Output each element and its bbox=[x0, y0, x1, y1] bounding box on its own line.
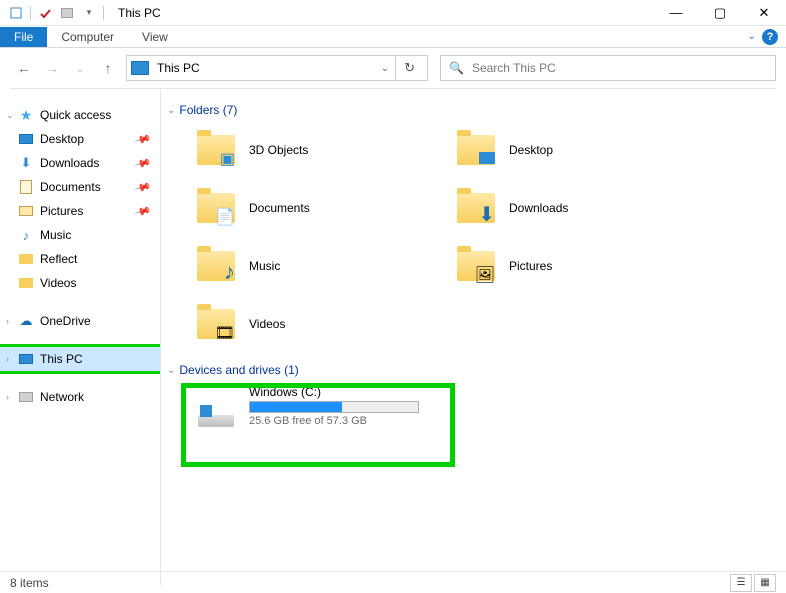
pin-icon: 📌 bbox=[134, 202, 152, 220]
minimize-button[interactable]: — bbox=[654, 0, 698, 26]
folder-3d-objects[interactable]: ▣ 3D Objects bbox=[195, 125, 455, 175]
cloud-icon: ☁ bbox=[18, 313, 34, 329]
address-bar[interactable]: This PC ⌄ ↻ bbox=[126, 55, 428, 81]
search-icon: 🔍 bbox=[449, 61, 464, 75]
music-icon: ♪ bbox=[18, 227, 34, 243]
navigation-tree: ⌄ ★ Quick access Desktop 📌 ⬇ Downloads 📌… bbox=[0, 89, 160, 585]
tree-quick-access[interactable]: ⌄ ★ Quick access bbox=[0, 103, 160, 127]
separator bbox=[30, 6, 31, 20]
pin-icon: 📌 bbox=[134, 154, 152, 172]
help-button[interactable]: ? bbox=[762, 29, 778, 45]
folder-grid: ▣ 3D Objects Desktop 📄 Documents ⬇ Downl… bbox=[195, 125, 786, 349]
folder-documents[interactable]: 📄 Documents bbox=[195, 183, 455, 233]
folder-icon bbox=[18, 251, 34, 267]
chevron-down-icon: ⌄ bbox=[167, 365, 175, 376]
back-button[interactable]: ← bbox=[14, 58, 34, 78]
search-input[interactable]: 🔍 Search This PC bbox=[440, 55, 776, 81]
search-placeholder: Search This PC bbox=[472, 61, 556, 75]
tree-item-music[interactable]: ♪ Music bbox=[0, 223, 160, 247]
content-pane: ⌄ Folders (7) ▣ 3D Objects Desktop 📄 Doc… bbox=[160, 89, 786, 585]
ribbon-tabs: File Computer View ⌄ ? bbox=[0, 26, 786, 48]
titlebar: ▾ This PC — ▢ ✕ bbox=[0, 0, 786, 26]
tab-file[interactable]: File bbox=[0, 27, 47, 47]
tree-item-pictures[interactable]: Pictures 📌 bbox=[0, 199, 160, 223]
item-count: 8 items bbox=[10, 576, 49, 590]
tree-item-videos[interactable]: Videos bbox=[0, 271, 160, 295]
qat-drive-icon[interactable] bbox=[57, 3, 77, 23]
folder-pictures[interactable]: 🖼 Pictures bbox=[455, 241, 715, 291]
qat-prop-icon[interactable] bbox=[6, 3, 26, 23]
folder-icon bbox=[455, 129, 497, 171]
star-icon: ★ bbox=[18, 107, 34, 123]
folder-icon: 🖼 bbox=[455, 245, 497, 287]
navbar: ← → ⌄ ↑ This PC ⌄ ↻ 🔍 Search This PC bbox=[0, 48, 786, 88]
pin-icon: 📌 bbox=[134, 130, 152, 148]
address-text: This PC bbox=[157, 61, 375, 75]
view-details-button[interactable]: ☰ bbox=[730, 574, 752, 592]
chevron-down-icon[interactable]: ⌄ bbox=[6, 110, 18, 121]
tree-item-documents[interactable]: Documents 📌 bbox=[0, 175, 160, 199]
tab-view[interactable]: View bbox=[128, 27, 182, 47]
section-folders[interactable]: ⌄ Folders (7) bbox=[167, 103, 786, 117]
chevron-right-icon[interactable]: › bbox=[6, 316, 18, 326]
folder-desktop[interactable]: Desktop bbox=[455, 125, 715, 175]
up-button[interactable]: ↑ bbox=[98, 58, 118, 78]
recent-dropdown[interactable]: ⌄ bbox=[70, 58, 90, 78]
refresh-button[interactable]: ↻ bbox=[396, 60, 423, 76]
folder-videos[interactable]: 🎞 Videos bbox=[195, 299, 455, 349]
view-tiles-button[interactable]: ▦ bbox=[754, 574, 776, 592]
window-title: This PC bbox=[118, 6, 161, 20]
folder-icon: 📄 bbox=[195, 187, 237, 229]
folder-icon: 🎞 bbox=[195, 303, 237, 345]
folder-icon: ⬇ bbox=[455, 187, 497, 229]
tree-label: Quick access bbox=[40, 108, 111, 122]
videos-icon bbox=[18, 275, 34, 291]
section-title: Devices and drives (1) bbox=[179, 363, 298, 377]
folder-icon: ▣ bbox=[195, 129, 237, 171]
quick-access-toolbar: ▾ bbox=[0, 3, 106, 23]
desktop-icon bbox=[18, 131, 34, 147]
close-button[interactable]: ✕ bbox=[742, 0, 786, 26]
tree-onedrive[interactable]: › ☁ OneDrive bbox=[0, 309, 160, 333]
window-controls: — ▢ ✕ bbox=[654, 0, 786, 26]
section-drives[interactable]: ⌄ Devices and drives (1) bbox=[167, 363, 786, 377]
tree-item-desktop[interactable]: Desktop 📌 bbox=[0, 127, 160, 151]
tree-this-pc[interactable]: › This PC bbox=[0, 347, 160, 371]
address-dropdown-icon[interactable]: ⌄ bbox=[375, 63, 395, 74]
tree-item-downloads[interactable]: ⬇ Downloads 📌 bbox=[0, 151, 160, 175]
tree-network[interactable]: › Network bbox=[0, 385, 160, 409]
network-icon bbox=[18, 389, 34, 405]
pc-icon bbox=[131, 61, 149, 75]
documents-icon bbox=[18, 179, 34, 195]
folder-icon: ♪ bbox=[195, 245, 237, 287]
pin-icon: 📌 bbox=[134, 178, 152, 196]
pc-icon bbox=[18, 351, 34, 367]
qat-check-icon[interactable] bbox=[35, 3, 55, 23]
pictures-icon bbox=[18, 203, 34, 219]
separator bbox=[103, 6, 104, 20]
chevron-down-icon: ⌄ bbox=[167, 105, 175, 116]
folder-music[interactable]: ♪ Music bbox=[195, 241, 455, 291]
maximize-button[interactable]: ▢ bbox=[698, 0, 742, 26]
qat-dropdown-icon[interactable]: ▾ bbox=[79, 3, 99, 23]
ribbon-collapse-icon[interactable]: ⌄ bbox=[748, 31, 756, 42]
main-area: ⌄ ★ Quick access Desktop 📌 ⬇ Downloads 📌… bbox=[0, 89, 786, 585]
downloads-icon: ⬇ bbox=[18, 155, 34, 171]
forward-button[interactable]: → bbox=[42, 58, 62, 78]
tree-item-reflect[interactable]: Reflect bbox=[0, 247, 160, 271]
chevron-right-icon[interactable]: › bbox=[6, 392, 18, 402]
chevron-right-icon[interactable]: › bbox=[6, 354, 18, 364]
section-title: Folders (7) bbox=[179, 103, 237, 117]
tab-computer[interactable]: Computer bbox=[47, 27, 128, 47]
statusbar: 8 items ☰ ▦ bbox=[0, 571, 786, 593]
folder-downloads[interactable]: ⬇ Downloads bbox=[455, 183, 715, 233]
